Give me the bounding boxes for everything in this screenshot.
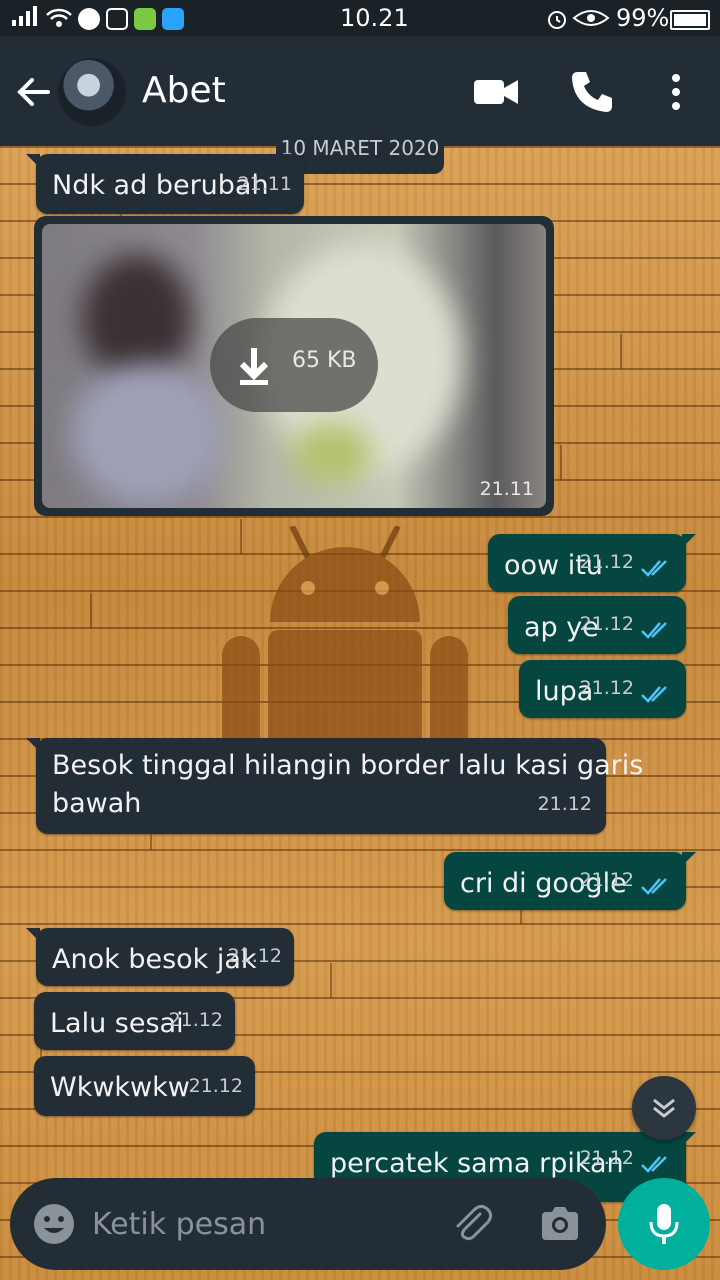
message-incoming[interactable]: Ndk ad berubah 21.11 xyxy=(26,154,304,214)
message-outgoing[interactable]: cri di google 21.12 xyxy=(444,852,696,910)
instagram-notification-icon xyxy=(106,8,128,30)
phone-call-icon[interactable] xyxy=(568,68,616,116)
status-time: 10.21 xyxy=(340,4,409,32)
message-time: 21.12 xyxy=(537,793,592,815)
alarm-icon xyxy=(548,11,566,29)
status-bar: 10.21 99% xyxy=(0,0,720,36)
message-time: 21.12 xyxy=(168,1009,223,1031)
wifi-icon xyxy=(46,8,72,27)
signal-icon xyxy=(12,6,37,26)
read-double-tick-icon xyxy=(641,878,667,895)
message-time: 21.12 xyxy=(227,945,282,967)
message-incoming[interactable]: Besok tinggal hilangin border lalu kasi … xyxy=(26,738,643,834)
message-outgoing[interactable]: oow itu 21.12 xyxy=(488,534,696,592)
read-double-tick-icon xyxy=(641,560,667,577)
battery-icon xyxy=(670,10,710,30)
microphone-icon xyxy=(649,1204,679,1244)
message-text: Lalu sesai xyxy=(50,1008,184,1039)
message-input[interactable] xyxy=(90,1198,424,1250)
read-double-tick-icon xyxy=(641,622,667,639)
message-time: 21.12 xyxy=(188,1075,243,1097)
message-text: Wkwkwkw xyxy=(50,1072,190,1103)
read-double-tick-icon xyxy=(641,1156,667,1173)
voice-record-button[interactable] xyxy=(618,1178,710,1270)
attachment-icon[interactable] xyxy=(450,1202,494,1246)
read-double-tick-icon xyxy=(641,686,667,703)
more-options-icon[interactable] xyxy=(652,68,700,116)
message-time: 21.11 xyxy=(237,173,292,195)
app-store-notification-icon xyxy=(134,8,156,30)
message-time: 21.12 xyxy=(579,677,634,699)
download-button[interactable]: 65 KB xyxy=(210,318,378,412)
chevron-double-down-icon xyxy=(653,1098,675,1118)
message-incoming[interactable]: Lalu sesai 21.12 xyxy=(34,992,235,1050)
emoji-icon[interactable] xyxy=(32,1202,76,1246)
contact-name[interactable]: Abet xyxy=(142,70,226,111)
message-time: 21.12 xyxy=(579,551,634,573)
message-time: 21.11 xyxy=(479,478,534,500)
scroll-to-bottom-button[interactable] xyxy=(632,1076,696,1140)
message-outgoing[interactable]: ap ye 21.12 xyxy=(508,596,686,654)
message-text: Anok besok jak xyxy=(52,944,257,975)
message-time: 21.12 xyxy=(579,869,634,891)
back-arrow-icon[interactable] xyxy=(14,72,54,112)
message-time: 21.12 xyxy=(579,613,634,635)
contact-avatar[interactable] xyxy=(58,58,126,126)
message-time: 21.12 xyxy=(579,1147,634,1169)
camera-icon[interactable] xyxy=(538,1202,582,1246)
eye-comfort-icon xyxy=(572,10,610,26)
message-incoming[interactable]: Wkwkwkw 21.12 xyxy=(34,1056,255,1116)
image-message[interactable]: 65 KB 21.11 xyxy=(34,216,554,516)
message-text: Ndk ad berubah xyxy=(52,170,269,201)
file-size: 65 KB xyxy=(292,348,357,373)
message-text-line: bawah xyxy=(52,788,142,819)
download-icon xyxy=(239,348,269,385)
whatsapp-notification-icon xyxy=(78,8,100,30)
browser-notification-icon xyxy=(162,8,184,30)
message-outgoing[interactable]: lupa 21.12 xyxy=(519,660,686,718)
battery-percent: 99% xyxy=(616,4,670,32)
message-incoming[interactable]: Anok besok jak 21.12 xyxy=(26,928,294,986)
video-call-icon[interactable] xyxy=(472,68,520,116)
message-text-line: Besok tinggal hilangin border lalu kasi … xyxy=(52,750,644,781)
message-composer xyxy=(10,1178,606,1270)
